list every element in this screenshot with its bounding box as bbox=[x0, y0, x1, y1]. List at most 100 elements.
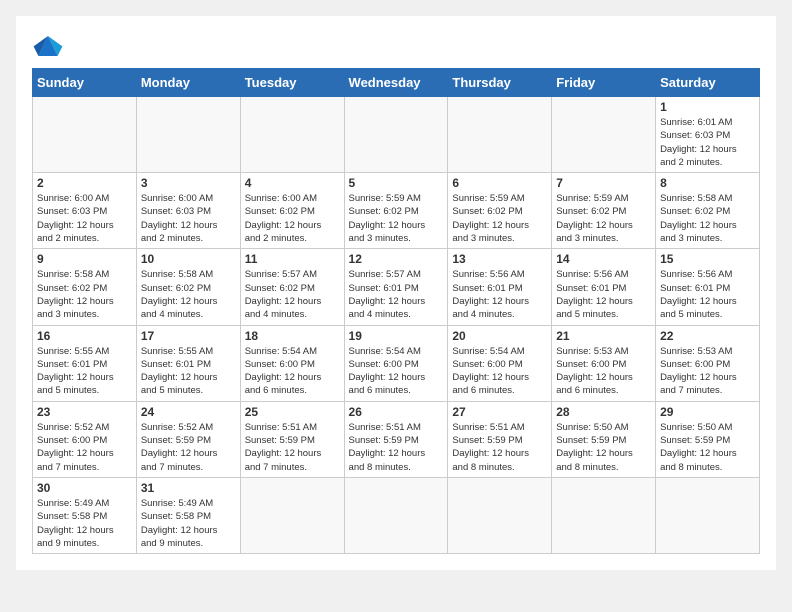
weekday-header-monday: Monday bbox=[136, 69, 240, 97]
day-number: 30 bbox=[37, 481, 132, 495]
day-number: 31 bbox=[141, 481, 236, 495]
day-cell bbox=[240, 477, 344, 553]
day-number: 15 bbox=[660, 252, 755, 266]
day-number: 10 bbox=[141, 252, 236, 266]
day-cell: 22 Sunrise: 5:53 AM Sunset: 6:00 PM Dayli… bbox=[656, 325, 760, 401]
day-cell: 30 Sunrise: 5:49 AM Sunset: 5:58 PM Dayli… bbox=[33, 477, 137, 553]
day-cell bbox=[240, 97, 344, 173]
weekday-header-row: SundayMondayTuesdayWednesdayThursdayFrid… bbox=[33, 69, 760, 97]
day-cell: 31Sunrise: 5:49 AM Sunset: 5:58 PM Dayli… bbox=[136, 477, 240, 553]
week-row-2: 9 Sunrise: 5:58 AM Sunset: 6:02 PM Daylig… bbox=[33, 249, 760, 325]
day-number: 9 bbox=[37, 252, 132, 266]
day-info: Sunrise: 5:49 AM Sunset: 5:58 PM Dayligh… bbox=[37, 497, 132, 550]
weekday-header-thursday: Thursday bbox=[448, 69, 552, 97]
day-info: Sunrise: 5:51 AM Sunset: 5:59 PM Dayligh… bbox=[349, 421, 444, 474]
day-cell: 6 Sunrise: 5:59 AM Sunset: 6:02 PM Daylig… bbox=[448, 173, 552, 249]
day-cell: 25Sunrise: 5:51 AM Sunset: 5:59 PM Dayli… bbox=[240, 401, 344, 477]
weekday-header-tuesday: Tuesday bbox=[240, 69, 344, 97]
day-number: 24 bbox=[141, 405, 236, 419]
day-cell: 27 Sunrise: 5:51 AM Sunset: 5:59 PM Dayli… bbox=[448, 401, 552, 477]
day-cell: 26Sunrise: 5:51 AM Sunset: 5:59 PM Dayli… bbox=[344, 401, 448, 477]
day-cell: 14 Sunrise: 5:56 AM Sunset: 6:01 PM Dayli… bbox=[552, 249, 656, 325]
day-info: Sunrise: 5:57 AM Sunset: 6:01 PM Dayligh… bbox=[349, 268, 444, 321]
day-number: 12 bbox=[349, 252, 444, 266]
weekday-header-sunday: Sunday bbox=[33, 69, 137, 97]
day-info: Sunrise: 6:00 AM Sunset: 6:03 PM Dayligh… bbox=[37, 192, 132, 245]
day-number: 22 bbox=[660, 329, 755, 343]
day-cell: 5 Sunrise: 5:59 AM Sunset: 6:02 PM Daylig… bbox=[344, 173, 448, 249]
day-cell: 19Sunrise: 5:54 AM Sunset: 6:00 PM Dayli… bbox=[344, 325, 448, 401]
day-cell: 2 Sunrise: 6:00 AM Sunset: 6:03 PM Daylig… bbox=[33, 173, 137, 249]
day-number: 6 bbox=[452, 176, 547, 190]
day-number: 27 bbox=[452, 405, 547, 419]
day-cell: 12 Sunrise: 5:57 AM Sunset: 6:01 PM Dayli… bbox=[344, 249, 448, 325]
day-number: 13 bbox=[452, 252, 547, 266]
logo bbox=[32, 32, 68, 60]
day-info: Sunrise: 5:58 AM Sunset: 6:02 PM Dayligh… bbox=[660, 192, 755, 245]
day-cell bbox=[344, 477, 448, 553]
day-info: Sunrise: 5:55 AM Sunset: 6:01 PM Dayligh… bbox=[141, 345, 236, 398]
calendar-page: SundayMondayTuesdayWednesdayThursdayFrid… bbox=[16, 16, 776, 570]
week-row-3: 16 Sunrise: 5:55 AM Sunset: 6:01 PM Dayli… bbox=[33, 325, 760, 401]
day-cell bbox=[552, 477, 656, 553]
day-cell: 17Sunrise: 5:55 AM Sunset: 6:01 PM Dayli… bbox=[136, 325, 240, 401]
day-cell bbox=[344, 97, 448, 173]
day-info: Sunrise: 5:56 AM Sunset: 6:01 PM Dayligh… bbox=[452, 268, 547, 321]
week-row-4: 23 Sunrise: 5:52 AM Sunset: 6:00 PM Dayli… bbox=[33, 401, 760, 477]
day-number: 20 bbox=[452, 329, 547, 343]
day-info: Sunrise: 5:52 AM Sunset: 6:00 PM Dayligh… bbox=[37, 421, 132, 474]
day-info: Sunrise: 5:54 AM Sunset: 6:00 PM Dayligh… bbox=[452, 345, 547, 398]
day-info: Sunrise: 5:56 AM Sunset: 6:01 PM Dayligh… bbox=[660, 268, 755, 321]
day-cell: 15 Sunrise: 5:56 AM Sunset: 6:01 PM Dayli… bbox=[656, 249, 760, 325]
day-info: Sunrise: 5:53 AM Sunset: 6:00 PM Dayligh… bbox=[556, 345, 651, 398]
day-cell: 29Sunrise: 5:50 AM Sunset: 5:59 PM Dayli… bbox=[656, 401, 760, 477]
page-header bbox=[32, 32, 760, 60]
day-cell: 18 Sunrise: 5:54 AM Sunset: 6:00 PM Dayli… bbox=[240, 325, 344, 401]
day-info: Sunrise: 5:53 AM Sunset: 6:00 PM Dayligh… bbox=[660, 345, 755, 398]
day-cell: 28 Sunrise: 5:50 AM Sunset: 5:59 PM Dayli… bbox=[552, 401, 656, 477]
day-info: Sunrise: 5:59 AM Sunset: 6:02 PM Dayligh… bbox=[556, 192, 651, 245]
week-row-1: 2 Sunrise: 6:00 AM Sunset: 6:03 PM Daylig… bbox=[33, 173, 760, 249]
day-info: Sunrise: 5:51 AM Sunset: 5:59 PM Dayligh… bbox=[452, 421, 547, 474]
day-number: 18 bbox=[245, 329, 340, 343]
day-cell bbox=[448, 97, 552, 173]
day-number: 19 bbox=[349, 329, 444, 343]
day-info: Sunrise: 5:54 AM Sunset: 6:00 PM Dayligh… bbox=[245, 345, 340, 398]
weekday-header-wednesday: Wednesday bbox=[344, 69, 448, 97]
day-number: 3 bbox=[141, 176, 236, 190]
day-number: 23 bbox=[37, 405, 132, 419]
day-cell: 7Sunrise: 5:59 AM Sunset: 6:02 PM Daylig… bbox=[552, 173, 656, 249]
day-info: Sunrise: 6:01 AM Sunset: 6:03 PM Dayligh… bbox=[660, 116, 755, 169]
day-info: Sunrise: 5:59 AM Sunset: 6:02 PM Dayligh… bbox=[349, 192, 444, 245]
logo-icon bbox=[32, 32, 64, 60]
day-info: Sunrise: 5:50 AM Sunset: 5:59 PM Dayligh… bbox=[660, 421, 755, 474]
day-info: Sunrise: 5:50 AM Sunset: 5:59 PM Dayligh… bbox=[556, 421, 651, 474]
week-row-0: 1Sunrise: 6:01 AM Sunset: 6:03 PM Daylig… bbox=[33, 97, 760, 173]
day-cell bbox=[136, 97, 240, 173]
day-info: Sunrise: 6:00 AM Sunset: 6:02 PM Dayligh… bbox=[245, 192, 340, 245]
day-cell: 20 Sunrise: 5:54 AM Sunset: 6:00 PM Dayli… bbox=[448, 325, 552, 401]
day-cell: 8Sunrise: 5:58 AM Sunset: 6:02 PM Daylig… bbox=[656, 173, 760, 249]
day-cell: 24 Sunrise: 5:52 AM Sunset: 5:59 PM Dayli… bbox=[136, 401, 240, 477]
day-number: 5 bbox=[349, 176, 444, 190]
day-cell: 9 Sunrise: 5:58 AM Sunset: 6:02 PM Daylig… bbox=[33, 249, 137, 325]
day-cell bbox=[552, 97, 656, 173]
day-number: 11 bbox=[245, 252, 340, 266]
day-info: Sunrise: 5:58 AM Sunset: 6:02 PM Dayligh… bbox=[37, 268, 132, 321]
calendar-table: SundayMondayTuesdayWednesdayThursdayFrid… bbox=[32, 68, 760, 554]
day-cell: 21 Sunrise: 5:53 AM Sunset: 6:00 PM Dayli… bbox=[552, 325, 656, 401]
day-cell bbox=[448, 477, 552, 553]
day-number: 16 bbox=[37, 329, 132, 343]
day-number: 4 bbox=[245, 176, 340, 190]
day-info: Sunrise: 5:57 AM Sunset: 6:02 PM Dayligh… bbox=[245, 268, 340, 321]
day-info: Sunrise: 5:52 AM Sunset: 5:59 PM Dayligh… bbox=[141, 421, 236, 474]
day-number: 28 bbox=[556, 405, 651, 419]
day-cell: 13 Sunrise: 5:56 AM Sunset: 6:01 PM Dayli… bbox=[448, 249, 552, 325]
day-info: Sunrise: 6:00 AM Sunset: 6:03 PM Dayligh… bbox=[141, 192, 236, 245]
day-info: Sunrise: 5:56 AM Sunset: 6:01 PM Dayligh… bbox=[556, 268, 651, 321]
day-info: Sunrise: 5:59 AM Sunset: 6:02 PM Dayligh… bbox=[452, 192, 547, 245]
day-number: 21 bbox=[556, 329, 651, 343]
day-cell: 1Sunrise: 6:01 AM Sunset: 6:03 PM Daylig… bbox=[656, 97, 760, 173]
day-number: 2 bbox=[37, 176, 132, 190]
day-number: 14 bbox=[556, 252, 651, 266]
